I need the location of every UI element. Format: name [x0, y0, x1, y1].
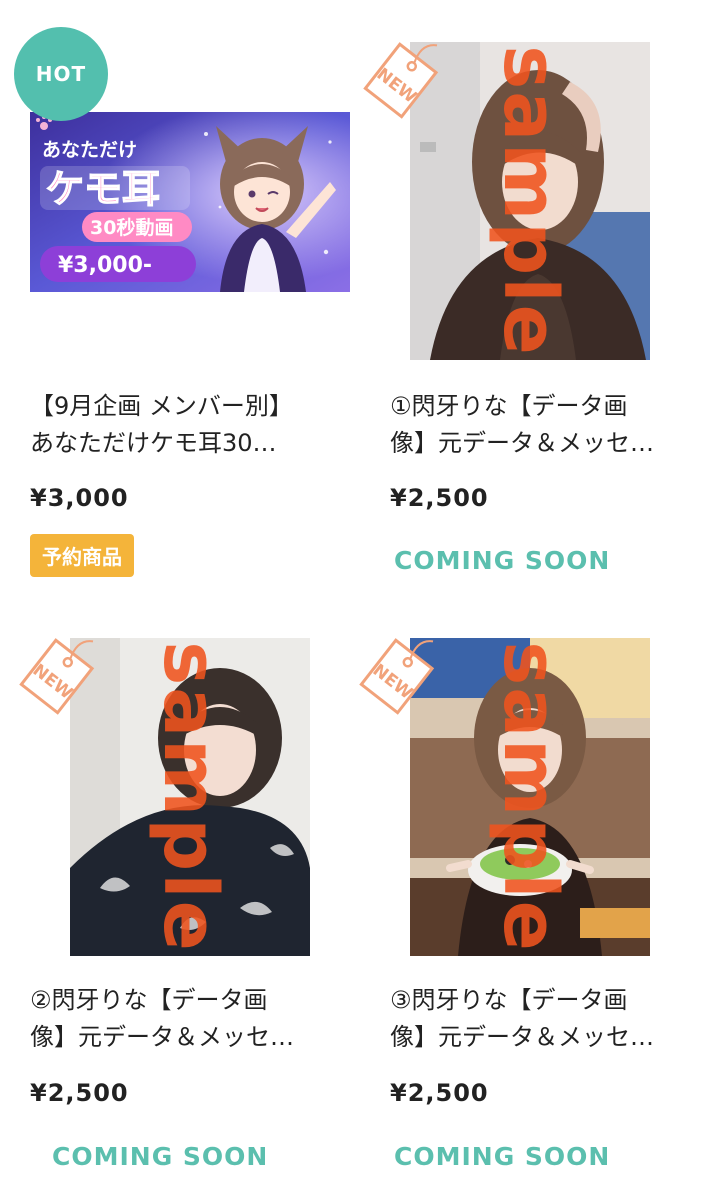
svg-text:¥3,000-: ¥3,000- — [58, 253, 152, 278]
title-line-1: ①閃牙りな【データ画 — [390, 392, 628, 420]
title-line-2: 像】元データ＆メッセ… — [390, 429, 654, 457]
product-thumbnail[interactable]: あなただけ ケモ耳 30秒動画 ¥3,000- — [30, 112, 350, 292]
reservation-badge: 予約商品 — [30, 534, 134, 577]
title-line-2: 像】元データ＆メッセ… — [30, 1023, 294, 1051]
product-price: ¥3,000 — [30, 484, 129, 512]
title-line-2: あなただけケモ耳30… — [30, 429, 277, 457]
product-title[interactable]: ③閃牙りな【データ画 像】元データ＆メッセ… — [390, 982, 690, 1056]
title-line-2: 像】元データ＆メッセ… — [390, 1023, 654, 1051]
coming-soon-label: COMING SOON — [52, 1142, 269, 1171]
product-title[interactable]: ②閃牙りな【データ画 像】元データ＆メッセ… — [30, 982, 330, 1056]
title-line-1: 【9月企画 メンバー別】 — [30, 392, 293, 420]
hot-badge: HOT — [14, 27, 108, 121]
coming-soon-label: COMING SOON — [394, 546, 611, 575]
new-tag-icon: NEW — [359, 638, 435, 715]
hot-badge-label: HOT — [35, 62, 87, 86]
product-price: ¥2,500 — [390, 484, 489, 512]
new-tag-icon: NEW — [363, 42, 439, 119]
title-line-1: ②閃牙りな【データ画 — [30, 986, 268, 1014]
svg-text:あなただけ: あなただけ — [42, 139, 137, 161]
product-title[interactable]: 【9月企画 メンバー別】 あなただけケモ耳30… — [30, 388, 330, 462]
coming-soon-label: COMING SOON — [394, 1142, 611, 1171]
product-grid: あなただけ ケモ耳 30秒動画 ¥3,000- 【9月企画 メンバー別】 あなた… — [0, 0, 720, 1200]
new-tag-icon: NEW — [19, 638, 95, 715]
product-price: ¥2,500 — [390, 1079, 489, 1107]
banner-image: あなただけ ケモ耳 30秒動画 ¥3,000- — [30, 112, 350, 292]
product-price: ¥2,500 — [30, 1079, 129, 1107]
svg-text:30秒動画: 30秒動画 — [90, 216, 173, 239]
product-title[interactable]: ①閃牙りな【データ画 像】元データ＆メッセ… — [390, 388, 690, 462]
svg-text:ケモ耳: ケモ耳 — [46, 167, 160, 211]
title-line-1: ③閃牙りな【データ画 — [390, 986, 628, 1014]
